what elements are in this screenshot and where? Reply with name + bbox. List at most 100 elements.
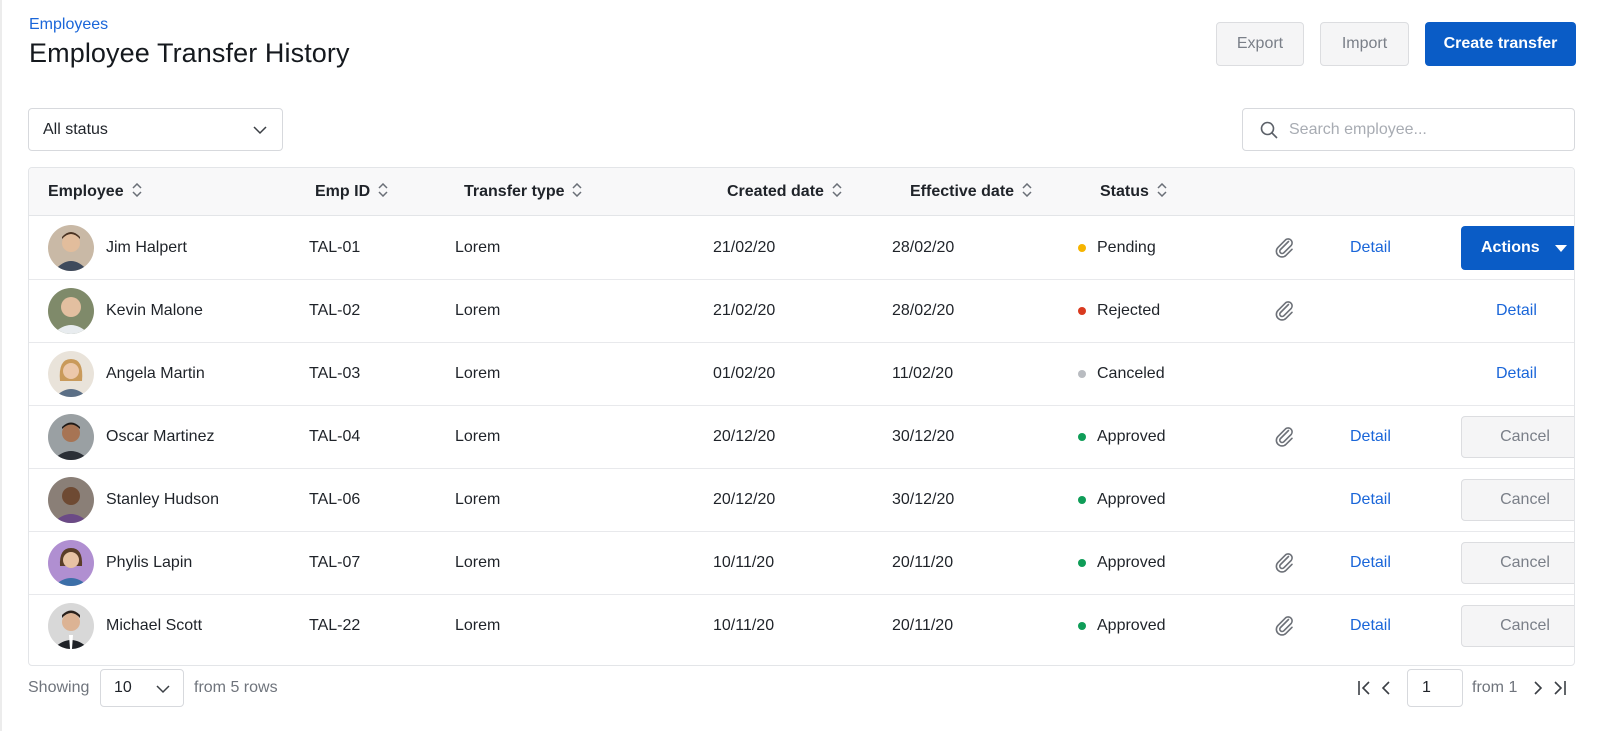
rows-info: from 5 rows — [194, 679, 278, 696]
paperclip-icon[interactable] — [1272, 298, 1296, 327]
status-badge: Approved — [1078, 468, 1166, 531]
status-filter-value: All status — [43, 120, 108, 138]
transfer-type: Lorem — [455, 553, 501, 571]
status-label: Approved — [1097, 490, 1166, 508]
paperclip-icon[interactable] — [1272, 235, 1296, 264]
sort-icon — [572, 182, 583, 202]
transfer-type: Lorem — [455, 364, 501, 382]
status-dot-rejected — [1078, 306, 1086, 315]
status-label: Canceled — [1097, 364, 1165, 382]
status-label: Approved — [1097, 427, 1166, 445]
avatar — [48, 414, 94, 460]
effective-date: 20/11/20 — [892, 553, 954, 571]
created-date: 10/11/20 — [713, 553, 775, 571]
detail-link[interactable]: Detail — [1350, 216, 1391, 279]
table-row[interactable]: Oscar Martinez TAL-04 Lorem 20/12/20 30/… — [29, 405, 1574, 469]
pages-info: from 1 — [1472, 679, 1518, 696]
transfer-type: Lorem — [455, 301, 501, 319]
create-transfer-button[interactable]: Create transfer — [1425, 22, 1576, 66]
current-page-input[interactable]: 1 — [1407, 669, 1463, 707]
emp-id: TAL-07 — [309, 553, 361, 571]
transfer-type: Lorem — [455, 238, 501, 256]
column-header-emp-id[interactable]: Emp ID — [315, 168, 388, 216]
next-page-icon[interactable] — [1532, 679, 1544, 702]
column-label: Created date — [727, 183, 824, 200]
cancel-button[interactable]: Cancel — [1461, 605, 1574, 647]
detail-link[interactable]: Detail — [1496, 279, 1537, 342]
detail-link[interactable]: Detail — [1350, 468, 1391, 531]
export-button[interactable]: Export — [1216, 22, 1304, 66]
search-box[interactable] — [1242, 108, 1575, 151]
table-row[interactable]: Michael Scott TAL-22 Lorem 10/11/20 20/1… — [29, 594, 1574, 658]
effective-date: 20/11/20 — [892, 616, 954, 634]
table-row[interactable]: Kevin Malone TAL-02 Lorem 21/02/20 28/02… — [29, 279, 1574, 343]
transfer-type: Lorem — [455, 490, 501, 508]
search-input[interactable] — [1289, 109, 1559, 150]
column-header-status[interactable]: Status — [1100, 168, 1167, 216]
status-badge: Canceled — [1078, 342, 1165, 405]
left-edge-divider — [0, 0, 2, 731]
status-badge: Pending — [1078, 216, 1156, 279]
sort-icon — [132, 182, 142, 202]
effective-date: 30/12/20 — [892, 427, 955, 445]
avatar — [48, 603, 94, 649]
created-date: 20/12/20 — [713, 427, 776, 445]
status-badge: Rejected — [1078, 279, 1160, 342]
effective-date: 11/02/20 — [892, 364, 954, 382]
status-dot-approved — [1078, 432, 1086, 441]
detail-link[interactable]: Detail — [1350, 594, 1391, 657]
created-date: 10/11/20 — [713, 616, 775, 634]
status-dot-pending — [1078, 243, 1086, 252]
transfer-type: Lorem — [455, 427, 501, 445]
column-header-created-date[interactable]: Created date — [727, 168, 842, 216]
table-row[interactable]: Stanley Hudson TAL-06 Lorem 20/12/20 30/… — [29, 468, 1574, 532]
detail-link[interactable]: Detail — [1350, 531, 1391, 594]
emp-id: TAL-03 — [309, 364, 361, 382]
column-label: Emp ID — [315, 183, 371, 200]
table-row[interactable]: Jim Halpert TAL-01 Lorem 21/02/20 28/02/… — [29, 216, 1574, 280]
column-label: Transfer type — [464, 183, 565, 200]
paperclip-icon[interactable] — [1272, 424, 1296, 453]
emp-id: TAL-02 — [309, 301, 361, 319]
status-label: Rejected — [1097, 301, 1161, 319]
column-header-effective-date[interactable]: Effective date — [910, 168, 1032, 216]
table-header: Employee Emp ID Transfer type Created da… — [29, 168, 1574, 216]
paperclip-icon[interactable] — [1272, 613, 1296, 642]
sort-icon — [1157, 182, 1167, 202]
detail-link[interactable]: Detail — [1350, 405, 1391, 468]
last-page-icon[interactable] — [1552, 679, 1568, 702]
first-page-icon[interactable] — [1356, 679, 1372, 702]
table-row[interactable]: Angela Martin TAL-03 Lorem 01/02/20 11/0… — [29, 342, 1574, 406]
transfer-table: Employee Emp ID Transfer type Created da… — [28, 167, 1575, 666]
transfer-type: Lorem — [455, 616, 501, 634]
emp-id: TAL-06 — [309, 490, 361, 508]
cancel-button[interactable]: Cancel — [1461, 542, 1574, 584]
import-button[interactable]: Import — [1320, 22, 1409, 66]
breadcrumb-employees[interactable]: Employees — [29, 16, 108, 34]
table-row[interactable]: Phylis Lapin TAL-07 Lorem 10/11/20 20/11… — [29, 531, 1574, 595]
column-header-transfer-type[interactable]: Transfer type — [464, 168, 583, 216]
previous-page-icon[interactable] — [1380, 679, 1392, 702]
created-date: 20/12/20 — [713, 490, 776, 508]
avatar — [48, 540, 94, 586]
column-header-employee[interactable]: Employee — [48, 168, 142, 216]
page-size-select[interactable]: 10 — [100, 669, 184, 707]
status-filter-select[interactable]: All status — [28, 108, 283, 151]
caret-down-icon — [1555, 245, 1567, 252]
status-label: Approved — [1097, 553, 1166, 571]
search-icon — [1259, 120, 1279, 145]
status-label: Approved — [1097, 616, 1166, 634]
status-dot-canceled — [1078, 369, 1086, 378]
status-badge: Approved — [1078, 594, 1166, 657]
employee-name: Kevin Malone — [106, 301, 203, 319]
employee-name: Michael Scott — [106, 616, 203, 634]
status-dot-approved — [1078, 621, 1086, 630]
paperclip-icon[interactable] — [1272, 550, 1296, 579]
detail-link[interactable]: Detail — [1496, 342, 1537, 405]
employee-name: Phylis Lapin — [106, 553, 193, 571]
effective-date: 30/12/20 — [892, 490, 955, 508]
cancel-button[interactable]: Cancel — [1461, 479, 1574, 521]
actions-dropdown-button[interactable]: Actions — [1461, 226, 1574, 270]
employee-name: Stanley Hudson — [106, 490, 219, 508]
cancel-button[interactable]: Cancel — [1461, 416, 1574, 458]
